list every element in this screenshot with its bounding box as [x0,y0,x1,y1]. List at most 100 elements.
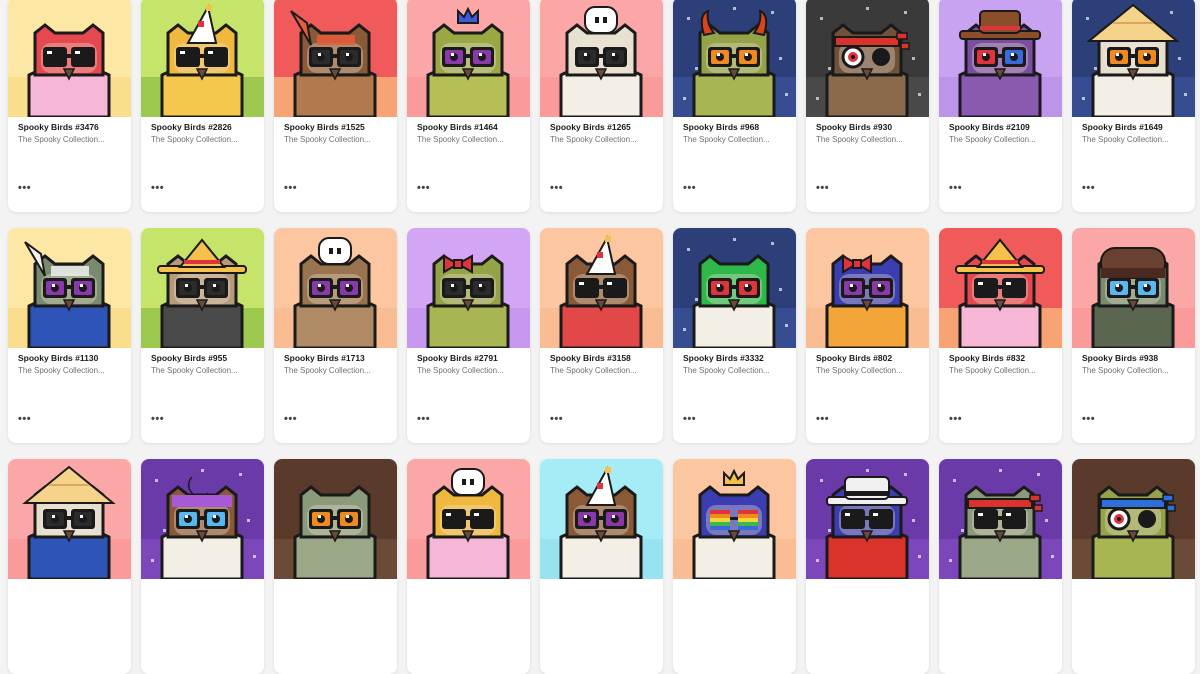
more-options-icon[interactable]: ••• [284,414,297,425]
nft-card[interactable]: Spooky Birds #3158 The Spooky Collection.… [540,228,663,443]
nft-title[interactable]: Spooky Birds #802 [816,353,892,363]
nft-image[interactable] [141,228,264,348]
owl-bow-icon [407,228,530,348]
nft-card[interactable] [939,459,1062,674]
nft-card[interactable]: Spooky Birds #930 The Spooky Collection..… [806,0,929,212]
more-options-icon[interactable]: ••• [1082,414,1095,425]
nft-title[interactable]: Spooky Birds #832 [949,353,1025,363]
collection-name: The Spooky Collection... [284,366,371,375]
nft-image[interactable] [673,228,796,348]
nft-image[interactable] [673,0,796,117]
nft-card[interactable]: Spooky Birds #2826 The Spooky Collection.… [141,0,264,212]
nft-grid: Spooky Birds #3476 The Spooky Collection.… [0,0,1200,674]
more-options-icon[interactable]: ••• [949,414,962,425]
nft-title[interactable]: Spooky Birds #1713 [284,353,365,363]
nft-image[interactable] [407,459,530,579]
more-options-icon[interactable]: ••• [816,183,829,194]
nft-card[interactable] [141,459,264,674]
nft-image[interactable] [407,0,530,117]
nft-image[interactable] [540,228,663,348]
nft-title[interactable]: Spooky Birds #938 [1082,353,1158,363]
nft-image[interactable] [1072,228,1195,348]
nft-card[interactable]: Spooky Birds #1130 The Spooky Collection.… [8,228,131,443]
more-options-icon[interactable]: ••• [683,183,696,194]
nft-image[interactable] [939,228,1062,348]
nft-title[interactable]: Spooky Birds #968 [683,122,759,132]
more-options-icon[interactable]: ••• [18,183,31,194]
nft-card[interactable]: Spooky Birds #1525 The Spooky Collection.… [274,0,397,212]
nft-card[interactable] [540,459,663,674]
nft-card[interactable]: Spooky Birds #968 The Spooky Collection..… [673,0,796,212]
nft-image[interactable] [274,228,397,348]
nft-card[interactable]: Spooky Birds #3332 The Spooky Collection.… [673,228,796,443]
nft-image[interactable] [141,459,264,579]
more-options-icon[interactable]: ••• [284,183,297,194]
nft-image[interactable] [407,228,530,348]
nft-card[interactable]: Spooky Birds #832 The Spooky Collection..… [939,228,1062,443]
more-options-icon[interactable]: ••• [550,183,563,194]
nft-card[interactable] [673,459,796,674]
nft-card[interactable] [806,459,929,674]
more-options-icon[interactable]: ••• [417,414,430,425]
owl-moon-icon [141,459,264,579]
more-options-icon[interactable]: ••• [151,414,164,425]
owl-bandana-icon [806,0,929,117]
nft-image[interactable] [806,0,929,117]
more-options-icon[interactable]: ••• [683,414,696,425]
nft-image[interactable] [806,228,929,348]
nft-card[interactable]: Spooky Birds #1265 The Spooky Collection.… [540,0,663,212]
nft-card[interactable] [1072,459,1195,674]
nft-image[interactable] [673,459,796,579]
nft-image[interactable] [1072,459,1195,579]
nft-card[interactable]: Spooky Birds #3476 The Spooky Collection.… [8,0,131,212]
nft-card[interactable]: Spooky Birds #938 The Spooky Collection..… [1072,228,1195,443]
more-options-icon[interactable]: ••• [816,414,829,425]
nft-card[interactable]: Spooky Birds #1649 The Spooky Collection.… [1072,0,1195,212]
nft-title[interactable]: Spooky Birds #3332 [683,353,764,363]
nft-image[interactable] [8,228,131,348]
nft-card[interactable]: Spooky Birds #1713 The Spooky Collection.… [274,228,397,443]
nft-title[interactable]: Spooky Birds #1649 [1082,122,1163,132]
nft-title[interactable]: Spooky Birds #1130 [18,353,98,363]
nft-title[interactable]: Spooky Birds #3158 [550,353,631,363]
nft-title[interactable]: Spooky Birds #1265 [550,122,631,132]
nft-card[interactable]: Spooky Birds #2791 The Spooky Collection.… [407,228,530,443]
nft-title[interactable]: Spooky Birds #1525 [284,122,365,132]
more-options-icon[interactable]: ••• [1082,183,1095,194]
collection-name: The Spooky Collection... [417,135,504,144]
nft-title[interactable]: Spooky Birds #3476 [18,122,99,132]
nft-image[interactable] [8,0,131,117]
nft-title[interactable]: Spooky Birds #1464 [417,122,498,132]
nft-title[interactable]: Spooky Birds #2109 [949,122,1030,132]
owl-horns-icon [673,0,796,117]
nft-card[interactable]: Spooky Birds #1464 The Spooky Collection.… [407,0,530,212]
nft-card[interactable] [407,459,530,674]
nft-title[interactable]: Spooky Birds #2791 [417,353,498,363]
nft-card[interactable]: Spooky Birds #802 The Spooky Collection..… [806,228,929,443]
nft-image[interactable] [274,459,397,579]
nft-title[interactable]: Spooky Birds #2826 [151,122,232,132]
nft-card[interactable]: Spooky Birds #2109 The Spooky Collection.… [939,0,1062,212]
owl-chef-icon [540,0,663,117]
more-options-icon[interactable]: ••• [417,183,430,194]
nft-image[interactable] [806,459,929,579]
nft-image[interactable] [8,459,131,579]
collection-name: The Spooky Collection... [151,135,238,144]
owl-crown-icon [673,459,796,579]
nft-card[interactable]: Spooky Birds #955 The Spooky Collection..… [141,228,264,443]
nft-card[interactable] [8,459,131,674]
nft-title[interactable]: Spooky Birds #930 [816,122,892,132]
nft-image[interactable] [939,459,1062,579]
more-options-icon[interactable]: ••• [550,414,563,425]
nft-card[interactable] [274,459,397,674]
more-options-icon[interactable]: ••• [949,183,962,194]
nft-image[interactable] [540,0,663,117]
more-options-icon[interactable]: ••• [151,183,164,194]
nft-title[interactable]: Spooky Birds #955 [151,353,227,363]
more-options-icon[interactable]: ••• [18,414,31,425]
nft-image[interactable] [141,0,264,117]
nft-image[interactable] [540,459,663,579]
nft-image[interactable] [274,0,397,117]
nft-image[interactable] [939,0,1062,117]
nft-image[interactable] [1072,0,1195,117]
